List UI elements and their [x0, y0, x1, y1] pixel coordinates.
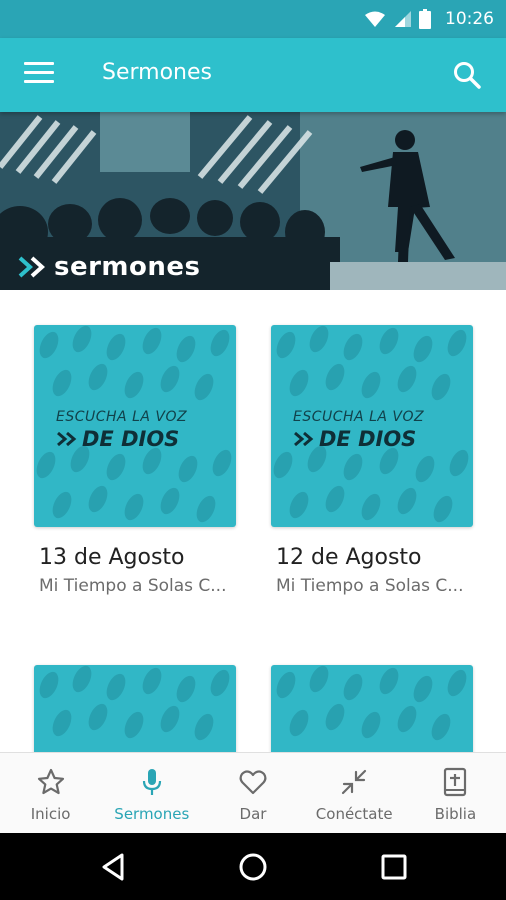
- sermon-card[interactable]: [34, 665, 238, 752]
- chevrons-icon: [57, 431, 77, 447]
- sermon-thumbnail[interactable]: [271, 665, 473, 752]
- heart-icon: [239, 770, 267, 795]
- status-time: 10:26: [445, 9, 494, 29]
- thumbnail-text: ESCUCHA LA VOZ DE DIOS: [56, 409, 226, 451]
- nav-item-biblia[interactable]: Biblia: [405, 753, 506, 833]
- nav-label: Biblia: [434, 805, 477, 823]
- home-icon[interactable]: [237, 851, 269, 883]
- sermon-thumbnail[interactable]: [34, 665, 236, 752]
- recents-icon[interactable]: [378, 851, 410, 883]
- microphone-icon: [142, 769, 161, 795]
- sermon-card[interactable]: ESCUCHA LA VOZ DE DIOS 13 de Agosto Mi T…: [34, 325, 238, 596]
- sermon-card[interactable]: ESCUCHA LA VOZ DE DIOS 12 de Agosto Mi T…: [271, 325, 475, 596]
- thumbnail-pattern: [39, 665, 230, 741]
- nav-label: Sermones: [114, 805, 190, 823]
- card-title[interactable]: 12 de Agosto: [276, 545, 475, 570]
- sermon-thumbnail[interactable]: ESCUCHA LA VOZ DE DIOS: [271, 325, 473, 527]
- hero-banner: sermones: [0, 112, 506, 290]
- star-icon: [37, 768, 64, 795]
- back-icon[interactable]: [98, 851, 130, 883]
- chevrons-icon: [294, 431, 314, 447]
- thumbnail-line2: DE DIOS: [293, 427, 463, 451]
- nav-label: Conéctate: [315, 805, 393, 823]
- hero-label-text: sermones: [54, 252, 201, 282]
- bottom-nav: Inicio Sermones Dar Conéctate Biblia: [0, 752, 506, 833]
- thumbnail-line2-text: DE DIOS: [319, 427, 417, 451]
- bible-icon: [444, 767, 467, 797]
- thumbnail-line2-text: DE DIOS: [82, 427, 180, 451]
- sermon-card[interactable]: [271, 665, 475, 752]
- battery-icon: [419, 9, 431, 29]
- hero-label: sermones: [18, 252, 201, 282]
- sermon-thumbnail[interactable]: ESCUCHA LA VOZ DE DIOS: [34, 325, 236, 527]
- card-title[interactable]: 13 de Agosto: [39, 545, 238, 570]
- thumbnail-pattern: [276, 665, 467, 741]
- nav-item-dar[interactable]: Dar: [202, 753, 303, 833]
- nav-item-conectate[interactable]: Conéctate: [304, 753, 405, 833]
- nav-label: Inicio: [30, 805, 71, 823]
- wifi-icon: [365, 11, 385, 27]
- search-icon[interactable]: [452, 60, 482, 90]
- collapse-arrows-icon: [342, 769, 367, 795]
- nav-item-inicio[interactable]: Inicio: [0, 753, 101, 833]
- nav-item-sermones[interactable]: Sermones: [101, 753, 202, 833]
- thumbnail-text: ESCUCHA LA VOZ DE DIOS: [293, 409, 463, 451]
- nav-label: Dar: [239, 805, 267, 823]
- signal-icon: [395, 11, 411, 27]
- app-bar: Sermones: [0, 38, 506, 112]
- card-subtitle: Mi Tiempo a Solas C...: [276, 576, 464, 596]
- page-title: Sermones: [102, 60, 212, 85]
- chevrons-icon: [18, 256, 45, 278]
- thumbnail-line1: ESCUCHA LA VOZ: [56, 409, 188, 425]
- sermon-grid: ESCUCHA LA VOZ DE DIOS 13 de Agosto Mi T…: [0, 290, 506, 752]
- status-icons: 10:26: [365, 0, 494, 38]
- system-nav-bar: [0, 833, 506, 900]
- thumbnail-line1: ESCUCHA LA VOZ: [293, 409, 425, 425]
- thumbnail-line2: DE DIOS: [56, 427, 226, 451]
- status-bar: 10:26: [0, 0, 506, 38]
- menu-icon[interactable]: [24, 62, 54, 88]
- card-subtitle: Mi Tiempo a Solas C...: [39, 576, 227, 596]
